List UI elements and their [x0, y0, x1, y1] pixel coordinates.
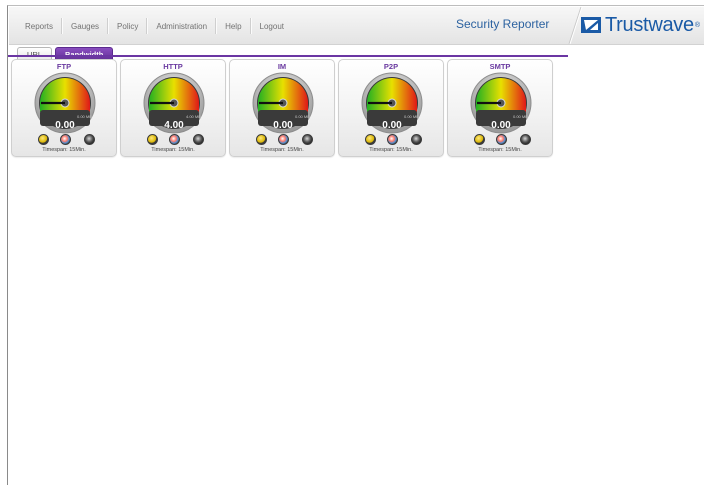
gauge-dial: [470, 72, 532, 134]
settings-wrench-icon[interactable]: [38, 134, 49, 145]
gauge-timespan: Timespan: 15Min.: [369, 147, 413, 153]
gauge-timespan: Timespan: 15Min.: [478, 147, 522, 153]
gauge-card-http: HTTP 4.00 MB 4.00 Timespan: 15Min.: [120, 59, 226, 157]
gauge-card-im: IM 0.00 MB 0.00 Timespan: 15Min.: [229, 59, 335, 157]
trustwave-logo: Trustwave ®: [581, 12, 700, 38]
gauge-title: FTP: [56, 62, 72, 71]
trustwave-flag-icon: [581, 17, 601, 33]
gauge-title: SMTP: [489, 62, 511, 71]
chart-icon[interactable]: [387, 134, 398, 145]
gauge-panel-row: FTP 0.00 MB 0.00 Timespan: 15Min. HTTP 4.00 M…: [11, 59, 553, 157]
tab-underline: [8, 55, 568, 57]
top-navigation-bar: Reports Gauges Policy Administration Hel…: [9, 7, 704, 45]
settings-wrench-icon[interactable]: [147, 134, 158, 145]
gauge-dial: [252, 72, 314, 134]
settings-wrench-icon[interactable]: [256, 134, 267, 145]
gauge-timespan: Timespan: 15Min.: [260, 147, 304, 153]
chart-icon[interactable]: [496, 134, 507, 145]
detail-view-icon[interactable]: [193, 134, 204, 145]
gauge-card-smtp: SMTP 0.00 MB 0.00 Timespan: 15Min.: [447, 59, 553, 157]
gauge-title: HTTP: [163, 62, 183, 71]
app-title: Security Reporter: [456, 17, 550, 31]
chart-icon[interactable]: [278, 134, 289, 145]
menu-help[interactable]: Help: [217, 22, 249, 31]
gauge-title: IM: [277, 62, 287, 71]
menu-logout[interactable]: Logout: [252, 22, 292, 31]
menu-policy[interactable]: Policy: [109, 22, 146, 31]
gauge-card-ftp: FTP 0.00 MB 0.00 Timespan: 15Min.: [11, 59, 117, 157]
brand-name: Trustwave: [605, 14, 694, 36]
detail-view-icon[interactable]: [302, 134, 313, 145]
gauge-title: P2P: [383, 62, 399, 71]
menu-reports[interactable]: Reports: [17, 22, 61, 31]
gauge-dial: [143, 72, 205, 134]
main-menu: Reports Gauges Policy Administration Hel…: [17, 18, 292, 34]
chart-icon[interactable]: [60, 134, 71, 145]
menu-administration[interactable]: Administration: [148, 22, 215, 31]
detail-view-icon[interactable]: [411, 134, 422, 145]
detail-view-icon[interactable]: [520, 134, 531, 145]
gauge-card-p2p: P2P 0.00 MB 0.00 Timespan: 15Min.: [338, 59, 444, 157]
brand-registered-mark: ®: [694, 21, 700, 29]
detail-view-icon[interactable]: [84, 134, 95, 145]
gauge-timespan: Timespan: 15Min.: [42, 147, 86, 153]
chart-icon[interactable]: [169, 134, 180, 145]
settings-wrench-icon[interactable]: [474, 134, 485, 145]
gauge-dial: [34, 72, 96, 134]
gauge-timespan: Timespan: 15Min.: [151, 147, 195, 153]
menu-gauges[interactable]: Gauges: [63, 22, 107, 31]
gauge-dial: [361, 72, 423, 134]
settings-wrench-icon[interactable]: [365, 134, 376, 145]
